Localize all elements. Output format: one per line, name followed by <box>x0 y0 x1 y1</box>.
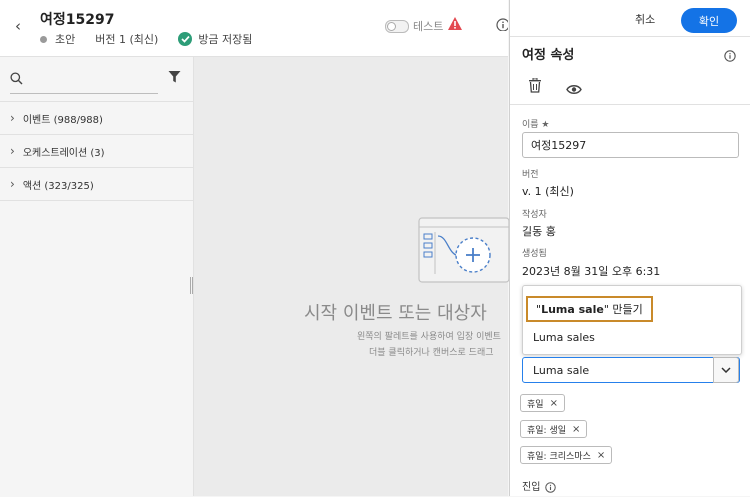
empty-canvas-desc-1: 왼쪽의 팔레트를 사용하여 입장 이벤트 <box>357 332 501 342</box>
category-label: 이벤트 (988/988) <box>22 114 103 126</box>
chevron-right-icon: › <box>10 111 15 125</box>
info-icon[interactable] <box>496 17 508 31</box>
journey-properties-panel: 취소 확인 여정 속성 이름 ★ 버전 v. 1 (최신) 작성자 길동 홍 생… <box>509 0 750 496</box>
empty-canvas-title: 시작 이벤트 또는 대상자 <box>304 303 487 324</box>
test-mode-toggle[interactable] <box>385 20 409 33</box>
journey-title: 여정15297 <box>40 12 115 28</box>
remove-tag-icon[interactable]: × <box>550 398 558 409</box>
draft-status: 초안 <box>55 33 76 46</box>
category-label: 액션 (323/325) <box>22 180 94 192</box>
tag-suggestions-popover: " Luma sale " 만들기 Luma sales <box>522 285 742 355</box>
warning-icon[interactable] <box>447 16 463 35</box>
create-tag-option[interactable]: " Luma sale " 만들기 <box>526 296 653 322</box>
name-label: 이름 ★ <box>522 120 550 130</box>
tag-dropdown-button[interactable] <box>713 357 739 383</box>
chevron-right-icon: › <box>10 144 15 158</box>
filter-icon[interactable] <box>168 69 181 88</box>
confirm-button[interactable]: 확인 <box>681 8 737 33</box>
divider <box>510 36 750 37</box>
category-label: 오케스트레이션 (3) <box>22 147 105 159</box>
tag-search-input[interactable] <box>523 358 733 382</box>
test-mode-label: 테스트 <box>413 20 444 33</box>
journey-name-input[interactable] <box>522 132 739 158</box>
panel-title: 여정 속성 <box>522 48 575 63</box>
preview-eye-icon[interactable] <box>566 80 582 99</box>
create-option-suffix: " 만들기 <box>603 303 643 316</box>
category-events[interactable]: › 이벤트 (988/988) <box>0 101 193 134</box>
created-label: 생성됨 <box>522 249 547 259</box>
chevron-down-icon <box>721 367 731 373</box>
remove-tag-icon[interactable]: × <box>572 424 580 435</box>
category-actions[interactable]: › 액션 (323/325) <box>0 167 193 201</box>
cancel-button[interactable]: 취소 <box>629 10 661 28</box>
tag-chip: 휴일 × <box>520 394 565 412</box>
back-arrow-icon[interactable]: ‹ <box>15 17 21 35</box>
tag-chip: 휴일: 크리스마스 × <box>520 446 613 464</box>
palette-panel: › 이벤트 (988/988) › 오케스트레이션 (3) › 액션 (323/… <box>0 57 194 496</box>
palette-search-input[interactable] <box>28 69 160 89</box>
tag-combobox[interactable] <box>522 357 740 383</box>
draft-status-dot <box>40 35 47 43</box>
tag-chip: 휴일: 생일 × <box>520 420 588 438</box>
panel-resize-handle[interactable] <box>190 277 193 294</box>
info-icon[interactable] <box>545 478 556 497</box>
search-underline <box>10 93 158 94</box>
version-label: 버전 <box>522 170 539 180</box>
canvas-illustration-icon <box>418 217 510 283</box>
saved-status: 방금 저장됨 <box>198 33 253 46</box>
delete-icon[interactable] <box>528 77 542 97</box>
author-label: 작성자 <box>522 210 547 220</box>
author-value: 길동 홍 <box>522 225 556 238</box>
created-value: 2023년 8월 31일 오후 6:31 <box>522 265 661 278</box>
saved-check-icon <box>178 32 193 46</box>
divider <box>510 104 750 105</box>
tag-chip-label: 휴일: 크리스마스 <box>527 451 591 462</box>
journey-header: ‹ 여정15297 초안 버전 1 (최신) 방금 저장됨 테스트 <box>0 0 508 57</box>
remove-tag-icon[interactable]: × <box>597 450 605 461</box>
info-icon[interactable] <box>724 47 736 66</box>
category-orchestration[interactable]: › 오케스트레이션 (3) <box>0 134 193 167</box>
tag-chip-label: 휴일 <box>527 399 544 410</box>
journey-status-bar: 초안 버전 1 (최신) 방금 저장됨 <box>40 31 252 47</box>
empty-canvas-desc-2: 더블 클릭하거나 캔버스로 드래그 <box>369 348 494 358</box>
search-icon <box>10 70 23 89</box>
create-option-term: Luma sale <box>541 302 604 316</box>
chevron-right-icon: › <box>10 177 15 191</box>
version-text: 버전 1 (최신) <box>95 33 159 46</box>
entry-label: 진입 <box>522 482 541 493</box>
version-value: v. 1 (최신) <box>522 185 574 198</box>
tag-suggestion-item[interactable]: Luma sales <box>533 331 595 344</box>
tag-chip-label: 휴일: 생일 <box>527 425 567 436</box>
